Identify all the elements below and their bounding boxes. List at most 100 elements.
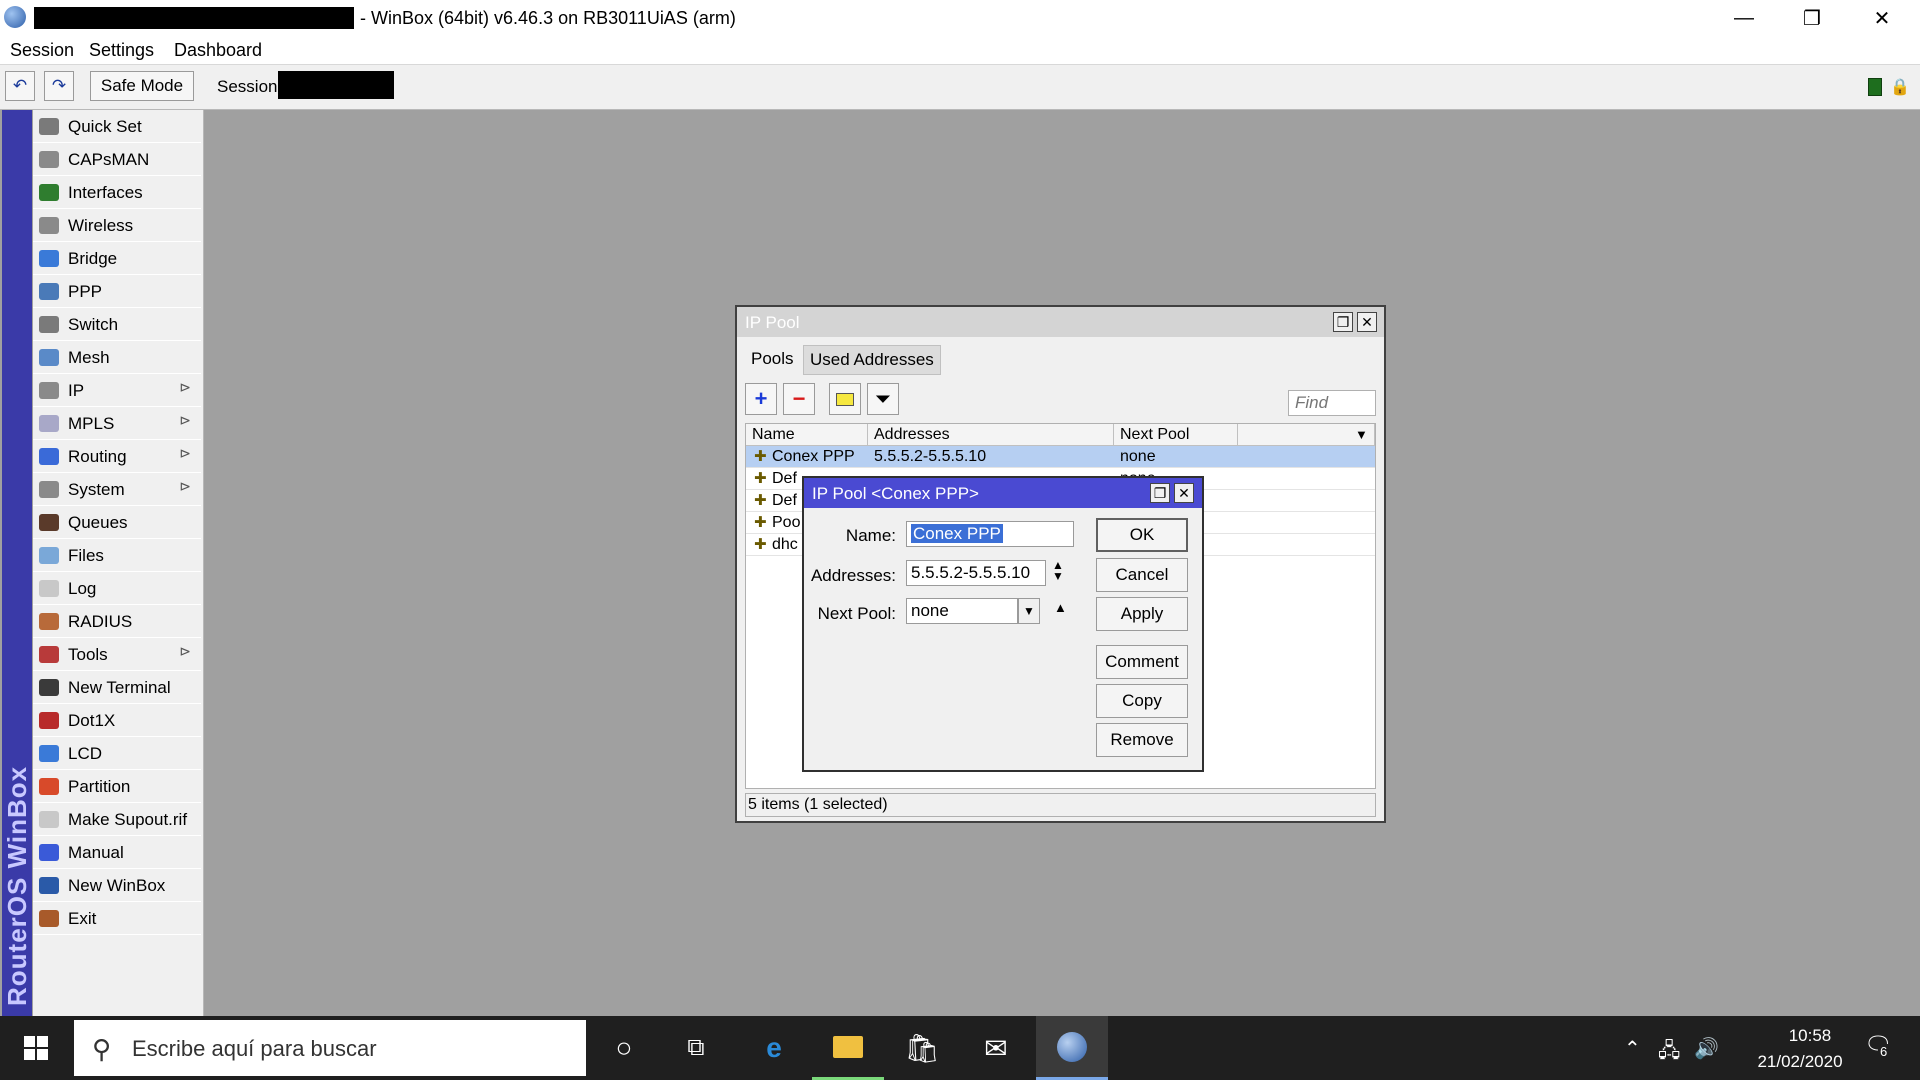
clock-date[interactable]: 21/02/2020 <box>1740 1052 1860 1072</box>
pool-icon: ✚ <box>754 492 767 509</box>
tray-chevron-up-icon[interactable]: ⌃ <box>1624 1036 1641 1061</box>
sidebar-item-label: LCD <box>68 744 103 763</box>
sidebar-item-new-winbox[interactable]: New WinBox <box>33 869 201 902</box>
sidebar-item-bridge[interactable]: Bridge <box>33 242 201 275</box>
menu-session[interactable]: Session <box>10 40 74 61</box>
sidebar-item-mesh[interactable]: Mesh <box>33 341 201 374</box>
manual-icon <box>39 844 59 861</box>
sidebar-item-label: Partition <box>68 777 131 796</box>
notification-center-button[interactable]: 🗨 6 <box>1864 1032 1892 1059</box>
dialog-maximize-button[interactable]: ❐ <box>1150 483 1170 503</box>
sidebar-item-tools[interactable]: Tools ⊳ <box>33 638 201 671</box>
sidebar-item-lcd[interactable]: LCD <box>33 737 201 770</box>
minimize-button[interactable]: — <box>1710 0 1778 36</box>
name-field[interactable]: Conex PPP <box>906 521 1074 547</box>
sidebar-item-ppp[interactable]: PPP <box>33 275 201 308</box>
sidebar-item-queues[interactable]: Queues <box>33 506 201 539</box>
dialog-close-button[interactable]: ✕ <box>1174 483 1194 503</box>
sidebar-item-exit[interactable]: Exit <box>33 902 201 935</box>
close-window-button[interactable]: ✕ <box>1848 0 1916 36</box>
pool-icon: ✚ <box>754 514 767 531</box>
sidebar-item-files[interactable]: Files <box>33 539 201 572</box>
sidebar-item-label: System <box>68 480 125 499</box>
sidebar-item-quick-set[interactable]: Quick Set <box>33 110 201 143</box>
add-button[interactable]: + <box>745 383 777 415</box>
mpls-icon <box>39 415 59 432</box>
comment-button[interactable] <box>829 383 861 415</box>
tab-used-addresses[interactable]: Used Addresses <box>803 345 941 375</box>
minus-icon: − <box>792 386 806 411</box>
column-header-addresses[interactable]: Addresses <box>868 424 1114 446</box>
session-label: Session: <box>217 77 283 96</box>
apply-button[interactable]: Apply <box>1096 597 1188 631</box>
cancel-button[interactable]: Cancel <box>1096 558 1188 592</box>
cortana-icon[interactable]: ○ <box>588 1016 660 1080</box>
chevron-down-icon[interactable]: ▼ <box>1018 598 1040 624</box>
pool-close-button[interactable]: ✕ <box>1357 312 1377 332</box>
copy-button[interactable]: Copy <box>1096 684 1188 718</box>
pool-maximize-button[interactable]: ❐ <box>1333 312 1353 332</box>
submenu-arrow-icon: ⊳ <box>179 478 191 494</box>
sidebar-item-partition[interactable]: Partition <box>33 770 201 803</box>
winbox-taskbar-icon[interactable] <box>1036 1016 1108 1080</box>
cell-name: Def <box>772 470 797 487</box>
clock-time[interactable]: 10:58 <box>1760 1026 1860 1046</box>
sidebar-item-label: Switch <box>68 315 119 334</box>
find-input[interactable] <box>1288 390 1376 416</box>
menu-dashboard[interactable]: Dashboard <box>174 40 262 61</box>
remove-dialog-button[interactable]: Remove <box>1096 723 1188 757</box>
ok-button[interactable]: OK <box>1096 518 1188 552</box>
mail-icon[interactable]: ✉ <box>960 1016 1032 1080</box>
sidebar-item-mpls[interactable]: MPLS ⊳ <box>33 407 201 440</box>
undo-button[interactable]: ↶ <box>5 71 35 101</box>
safe-mode-button[interactable]: Safe Mode <box>90 71 194 101</box>
filter-button[interactable]: ⏷ <box>867 383 899 415</box>
table-row[interactable]: ✚ Conex PPP 5.5.5.2-5.5.5.10 none <box>746 446 1375 468</box>
addresses-field[interactable]: 5.5.5.2-5.5.5.10 <box>906 560 1046 586</box>
sidebar-item-make-supout-rif[interactable]: Make Supout.rif <box>33 803 201 836</box>
restore-button[interactable]: ❐ <box>1778 0 1846 36</box>
sidebar-item-new-terminal[interactable]: New Terminal <box>33 671 201 704</box>
task-view-icon[interactable]: ⧉ <box>660 1016 732 1080</box>
sidebar-item-manual[interactable]: Manual <box>33 836 201 869</box>
sidebar-item-wireless[interactable]: Wireless <box>33 209 201 242</box>
winbox-icon <box>1057 1031 1087 1062</box>
next-pool-collapse-arrow[interactable]: ▲ <box>1054 600 1067 615</box>
sidebar-item-system[interactable]: System ⊳ <box>33 473 201 506</box>
column-header-next-pool[interactable]: Next Pool <box>1114 424 1238 446</box>
addresses-label: Addresses: <box>810 566 896 585</box>
remove-button[interactable]: − <box>783 383 815 415</box>
volume-icon[interactable]: 🔊 <box>1694 1036 1719 1061</box>
lcd-icon <box>39 745 59 762</box>
submenu-arrow-icon: ⊳ <box>179 379 191 395</box>
menu-settings[interactable]: Settings <box>89 40 154 61</box>
lock-icon: 🔒 <box>1890 79 1910 96</box>
sidebar-item-dot1x[interactable]: Dot1X <box>33 704 201 737</box>
mesh-icon <box>39 349 59 366</box>
sidebar-item-interfaces[interactable]: Interfaces <box>33 176 201 209</box>
cell-name: Poo <box>772 514 801 531</box>
sidebar-item-radius[interactable]: RADIUS <box>33 605 201 638</box>
sidebar-item-capsman[interactable]: CAPsMAN <box>33 143 201 176</box>
start-button[interactable] <box>0 1016 72 1080</box>
redo-button[interactable]: ↷ <box>44 71 74 101</box>
tab-pools[interactable]: Pools <box>745 345 800 375</box>
taskbar-search-box[interactable]: ⚲ Escribe aquí para buscar <box>74 1020 586 1076</box>
edge-browser-icon[interactable]: e <box>738 1016 810 1080</box>
partition-icon <box>39 778 59 795</box>
bridge-icon <box>39 250 59 267</box>
next-pool-select[interactable]: none <box>906 598 1018 624</box>
sidebar-item-label: New WinBox <box>68 876 166 895</box>
column-chooser-button[interactable]: ▼ <box>1350 424 1375 446</box>
network-icon[interactable]: 🖧 <box>1658 1036 1680 1070</box>
store-icon[interactable]: 🛍 <box>886 1016 958 1080</box>
column-header-name[interactable]: Name <box>746 424 868 446</box>
addresses-add-remove-arrows[interactable]: ▲ ▼ <box>1052 559 1064 582</box>
comment-dialog-button[interactable]: Comment <box>1096 645 1188 679</box>
file-explorer-icon[interactable] <box>812 1016 884 1080</box>
sidebar-item-ip[interactable]: IP ⊳ <box>33 374 201 407</box>
sidebar-item-label: Wireless <box>68 216 134 235</box>
sidebar-item-log[interactable]: Log <box>33 572 201 605</box>
sidebar-item-routing[interactable]: Routing ⊳ <box>33 440 201 473</box>
sidebar-item-switch[interactable]: Switch <box>33 308 201 341</box>
